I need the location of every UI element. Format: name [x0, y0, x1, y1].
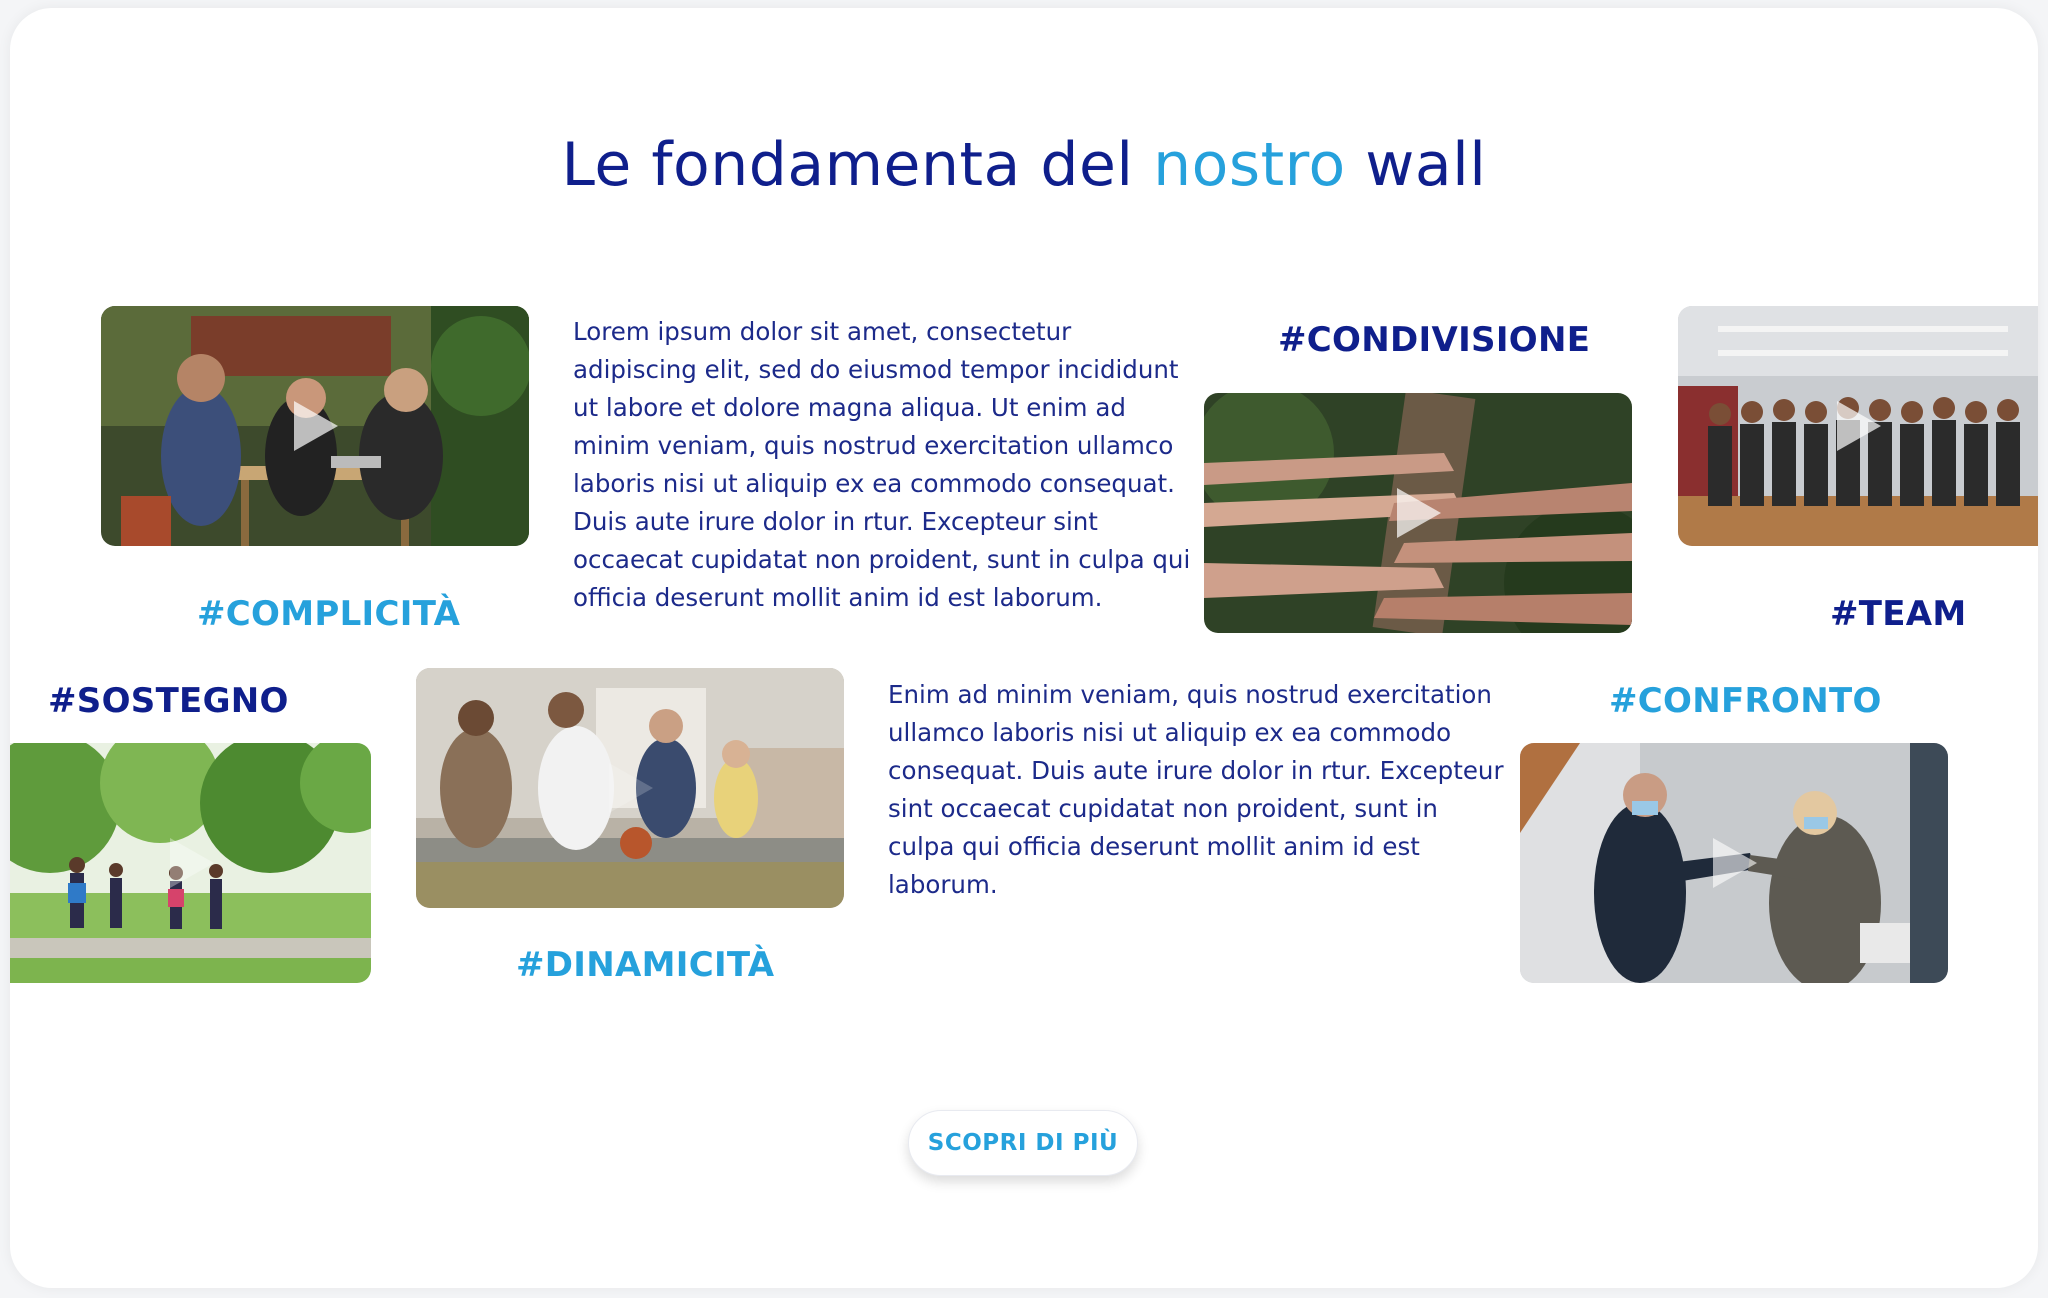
- paragraph-1: Lorem ipsum dolor sit amet, consectetur …: [573, 317, 1191, 612]
- tag-confronto: #CONFRONTO: [1609, 681, 1882, 721]
- video-condivisione[interactable]: [1204, 393, 1632, 633]
- tag-sostegno: #SOSTEGNO: [48, 681, 289, 721]
- play-icon: [609, 763, 653, 813]
- tag-condivisione: #CONDIVISIONE: [1278, 320, 1591, 360]
- paragraph-2: Enim ad minim veniam, quis nostrud exerc…: [888, 680, 1504, 899]
- video-sostegno[interactable]: [10, 743, 371, 983]
- video-complicita[interactable]: [101, 306, 529, 546]
- tag-dinamicita: #DINAMICITÀ: [516, 945, 775, 985]
- play-icon: [1397, 488, 1441, 538]
- video-team[interactable]: [1678, 306, 2038, 546]
- title-part-1: Le fondamenta del: [561, 130, 1154, 200]
- video-confronto[interactable]: [1520, 743, 1948, 983]
- discover-more-button[interactable]: SCOPRI DI PIÙ: [908, 1110, 1138, 1176]
- play-icon: [1713, 838, 1757, 888]
- section-title: Le fondamenta del nostro wall: [10, 130, 2038, 200]
- tag-complicita: #COMPLICITÀ: [197, 594, 461, 634]
- play-icon: [169, 838, 214, 888]
- wall-section-card: Le fondamenta del nostro wall #COMPLICIT…: [10, 8, 2038, 1288]
- title-accent-word: nostro: [1153, 130, 1346, 200]
- video-dinamicita[interactable]: [416, 668, 844, 908]
- tag-team: #TEAM: [1830, 594, 1967, 634]
- play-icon: [294, 401, 338, 451]
- play-icon: [1837, 401, 1881, 451]
- title-part-2: wall: [1345, 130, 1487, 200]
